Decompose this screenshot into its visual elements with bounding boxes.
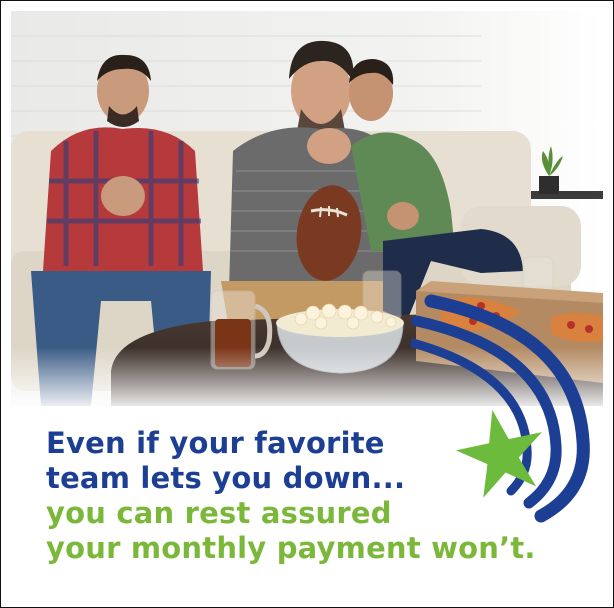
headline-line-1: Even if your favorite — [46, 426, 385, 460]
headline-line-2: team lets you down... — [46, 461, 406, 495]
tagline-line-2: your monthly payment won’t. — [46, 531, 536, 565]
ad-card: Even if your favorite team lets you down… — [0, 0, 614, 608]
caption: Even if your favorite team lets you down… — [46, 426, 566, 566]
tagline-line-1: you can rest assured — [46, 496, 392, 530]
